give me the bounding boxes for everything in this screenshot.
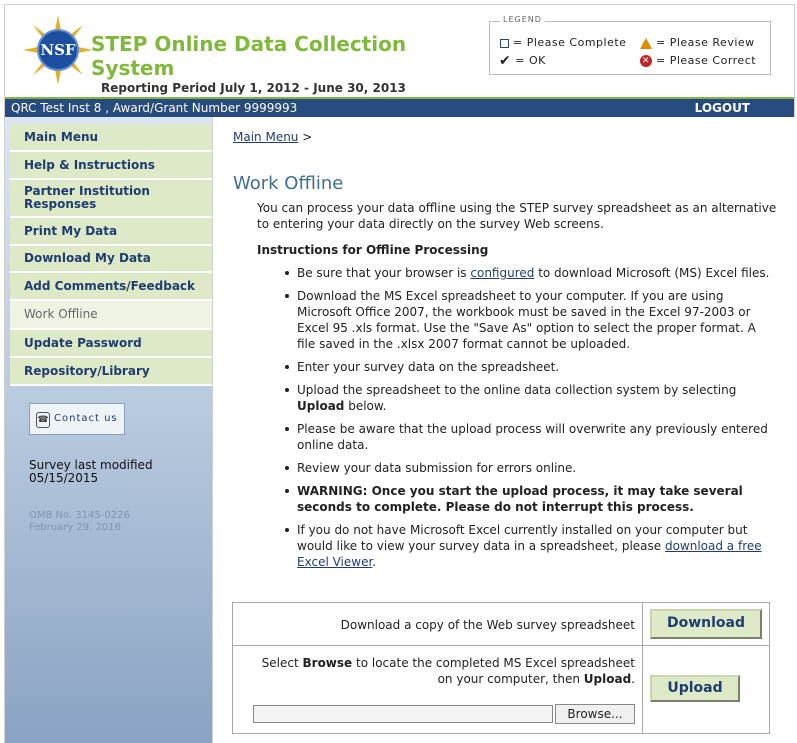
legend-please-correct: ✕ = Please Correct xyxy=(640,54,757,67)
svg-text:NSF: NSF xyxy=(40,41,76,59)
sidebar-item-update-password[interactable]: Update Password xyxy=(10,330,212,358)
download-row: Download a copy of the Web survey spread… xyxy=(233,603,769,646)
page-frame: NSF STEP Online Data Collection System R… xyxy=(4,4,795,743)
instructions-list: Be sure that your browser is configured … xyxy=(257,265,777,577)
list-item: Please be aware that the upload process … xyxy=(285,421,777,453)
legend-please-complete: = Please Complete xyxy=(500,36,626,49)
list-item: Review your data submission for errors o… xyxy=(285,460,777,476)
sidebar-item-main-menu[interactable]: Main Menu xyxy=(10,124,212,152)
sidebar-item-download-my-data[interactable]: Download My Data xyxy=(10,246,212,273)
upload-row: Select Browse to locate the completed MS… xyxy=(233,646,769,733)
intro-text: You can process your data offline using … xyxy=(257,201,777,231)
legend: LEGEND = Please Complete = Please Review… xyxy=(489,15,771,75)
sidebar-item-work-offline[interactable]: Work Offline xyxy=(10,301,212,330)
list-item: Upload the spreadsheet to the online dat… xyxy=(285,382,777,414)
warning-list-item: WARNING: Once you start the upload proce… xyxy=(285,483,777,515)
omb-info: OMB No. 3145-0226 February 29, 2016 xyxy=(29,510,130,533)
upload-button[interactable]: Upload xyxy=(650,675,740,702)
nsf-logo: NSF xyxy=(23,15,93,85)
upload-description: Select Browse to locate the completed MS… xyxy=(261,656,635,686)
sidebar-item-add-comments-feedback[interactable]: Add Comments/Feedback xyxy=(10,273,212,301)
sidebar-item-help-instructions[interactable]: Help & Instructions xyxy=(10,152,212,180)
configured-link[interactable]: configured xyxy=(470,266,534,280)
institution-award-info: QRC Test Inst 8 , Award/Grant Number 999… xyxy=(11,101,298,115)
breadcrumb-main-menu-link[interactable]: Main Menu xyxy=(233,130,298,144)
sidebar: Main Menu Help & Instructions Partner In… xyxy=(5,117,212,743)
contact-us-label: Contact us xyxy=(54,413,118,424)
legend-ok: ✔ = OK xyxy=(499,53,546,69)
list-item: Enter your survey data on the spreadshee… xyxy=(285,359,777,375)
warning-triangle-icon xyxy=(640,37,652,49)
reporting-period: Reporting Period July 1, 2012 - June 30,… xyxy=(101,81,406,95)
column-divider xyxy=(642,603,643,645)
checkmark-icon: ✔ xyxy=(499,53,512,69)
sidebar-item-partner-institution-responses[interactable]: Partner Institution Responses xyxy=(10,180,212,218)
download-button[interactable]: Download xyxy=(650,609,762,639)
error-x-icon: ✕ xyxy=(640,55,652,67)
column-divider xyxy=(642,646,643,733)
contact-us-button[interactable]: ☎ Contact us xyxy=(29,403,125,435)
sidebar-item-print-my-data[interactable]: Print My Data xyxy=(10,218,212,246)
app-title: STEP Online Data Collection System xyxy=(91,32,411,80)
legend-please-review: = Please Review xyxy=(640,36,755,49)
main-content: Main Menu > Work Offline You can process… xyxy=(212,117,795,743)
download-description: Download a copy of the Web survey spread… xyxy=(340,618,635,632)
account-bar: QRC Test Inst 8 , Award/Grant Number 999… xyxy=(5,97,794,117)
page-title: Work Offline xyxy=(233,173,344,194)
logout-link[interactable]: LOGOUT xyxy=(695,101,750,115)
list-item: Download the MS Excel spreadsheet to you… xyxy=(285,288,777,352)
list-item: If you do not have Microsoft Excel curre… xyxy=(285,522,777,570)
breadcrumb: Main Menu > xyxy=(233,130,312,144)
breadcrumb-separator: > xyxy=(302,130,313,144)
empty-box-icon xyxy=(500,38,509,48)
list-item: Be sure that your browser is configured … xyxy=(285,265,777,281)
phone-icon: ☎ xyxy=(36,412,50,428)
app-title-line1: STEP Online Data Collection xyxy=(91,32,407,56)
sidebar-item-repository-library[interactable]: Repository/Library xyxy=(10,358,212,386)
survey-last-modified: Survey last modified 05/15/2015 xyxy=(29,458,153,485)
offline-actions-table: Download a copy of the Web survey spread… xyxy=(232,602,770,734)
browse-button[interactable]: Browse... xyxy=(555,704,635,724)
instructions-title: Instructions for Offline Processing xyxy=(257,243,489,257)
file-path-field[interactable] xyxy=(253,705,553,723)
app-title-line2: System xyxy=(91,56,175,80)
legend-title: LEGEND xyxy=(500,15,545,24)
header: NSF STEP Online Data Collection System R… xyxy=(5,5,794,97)
